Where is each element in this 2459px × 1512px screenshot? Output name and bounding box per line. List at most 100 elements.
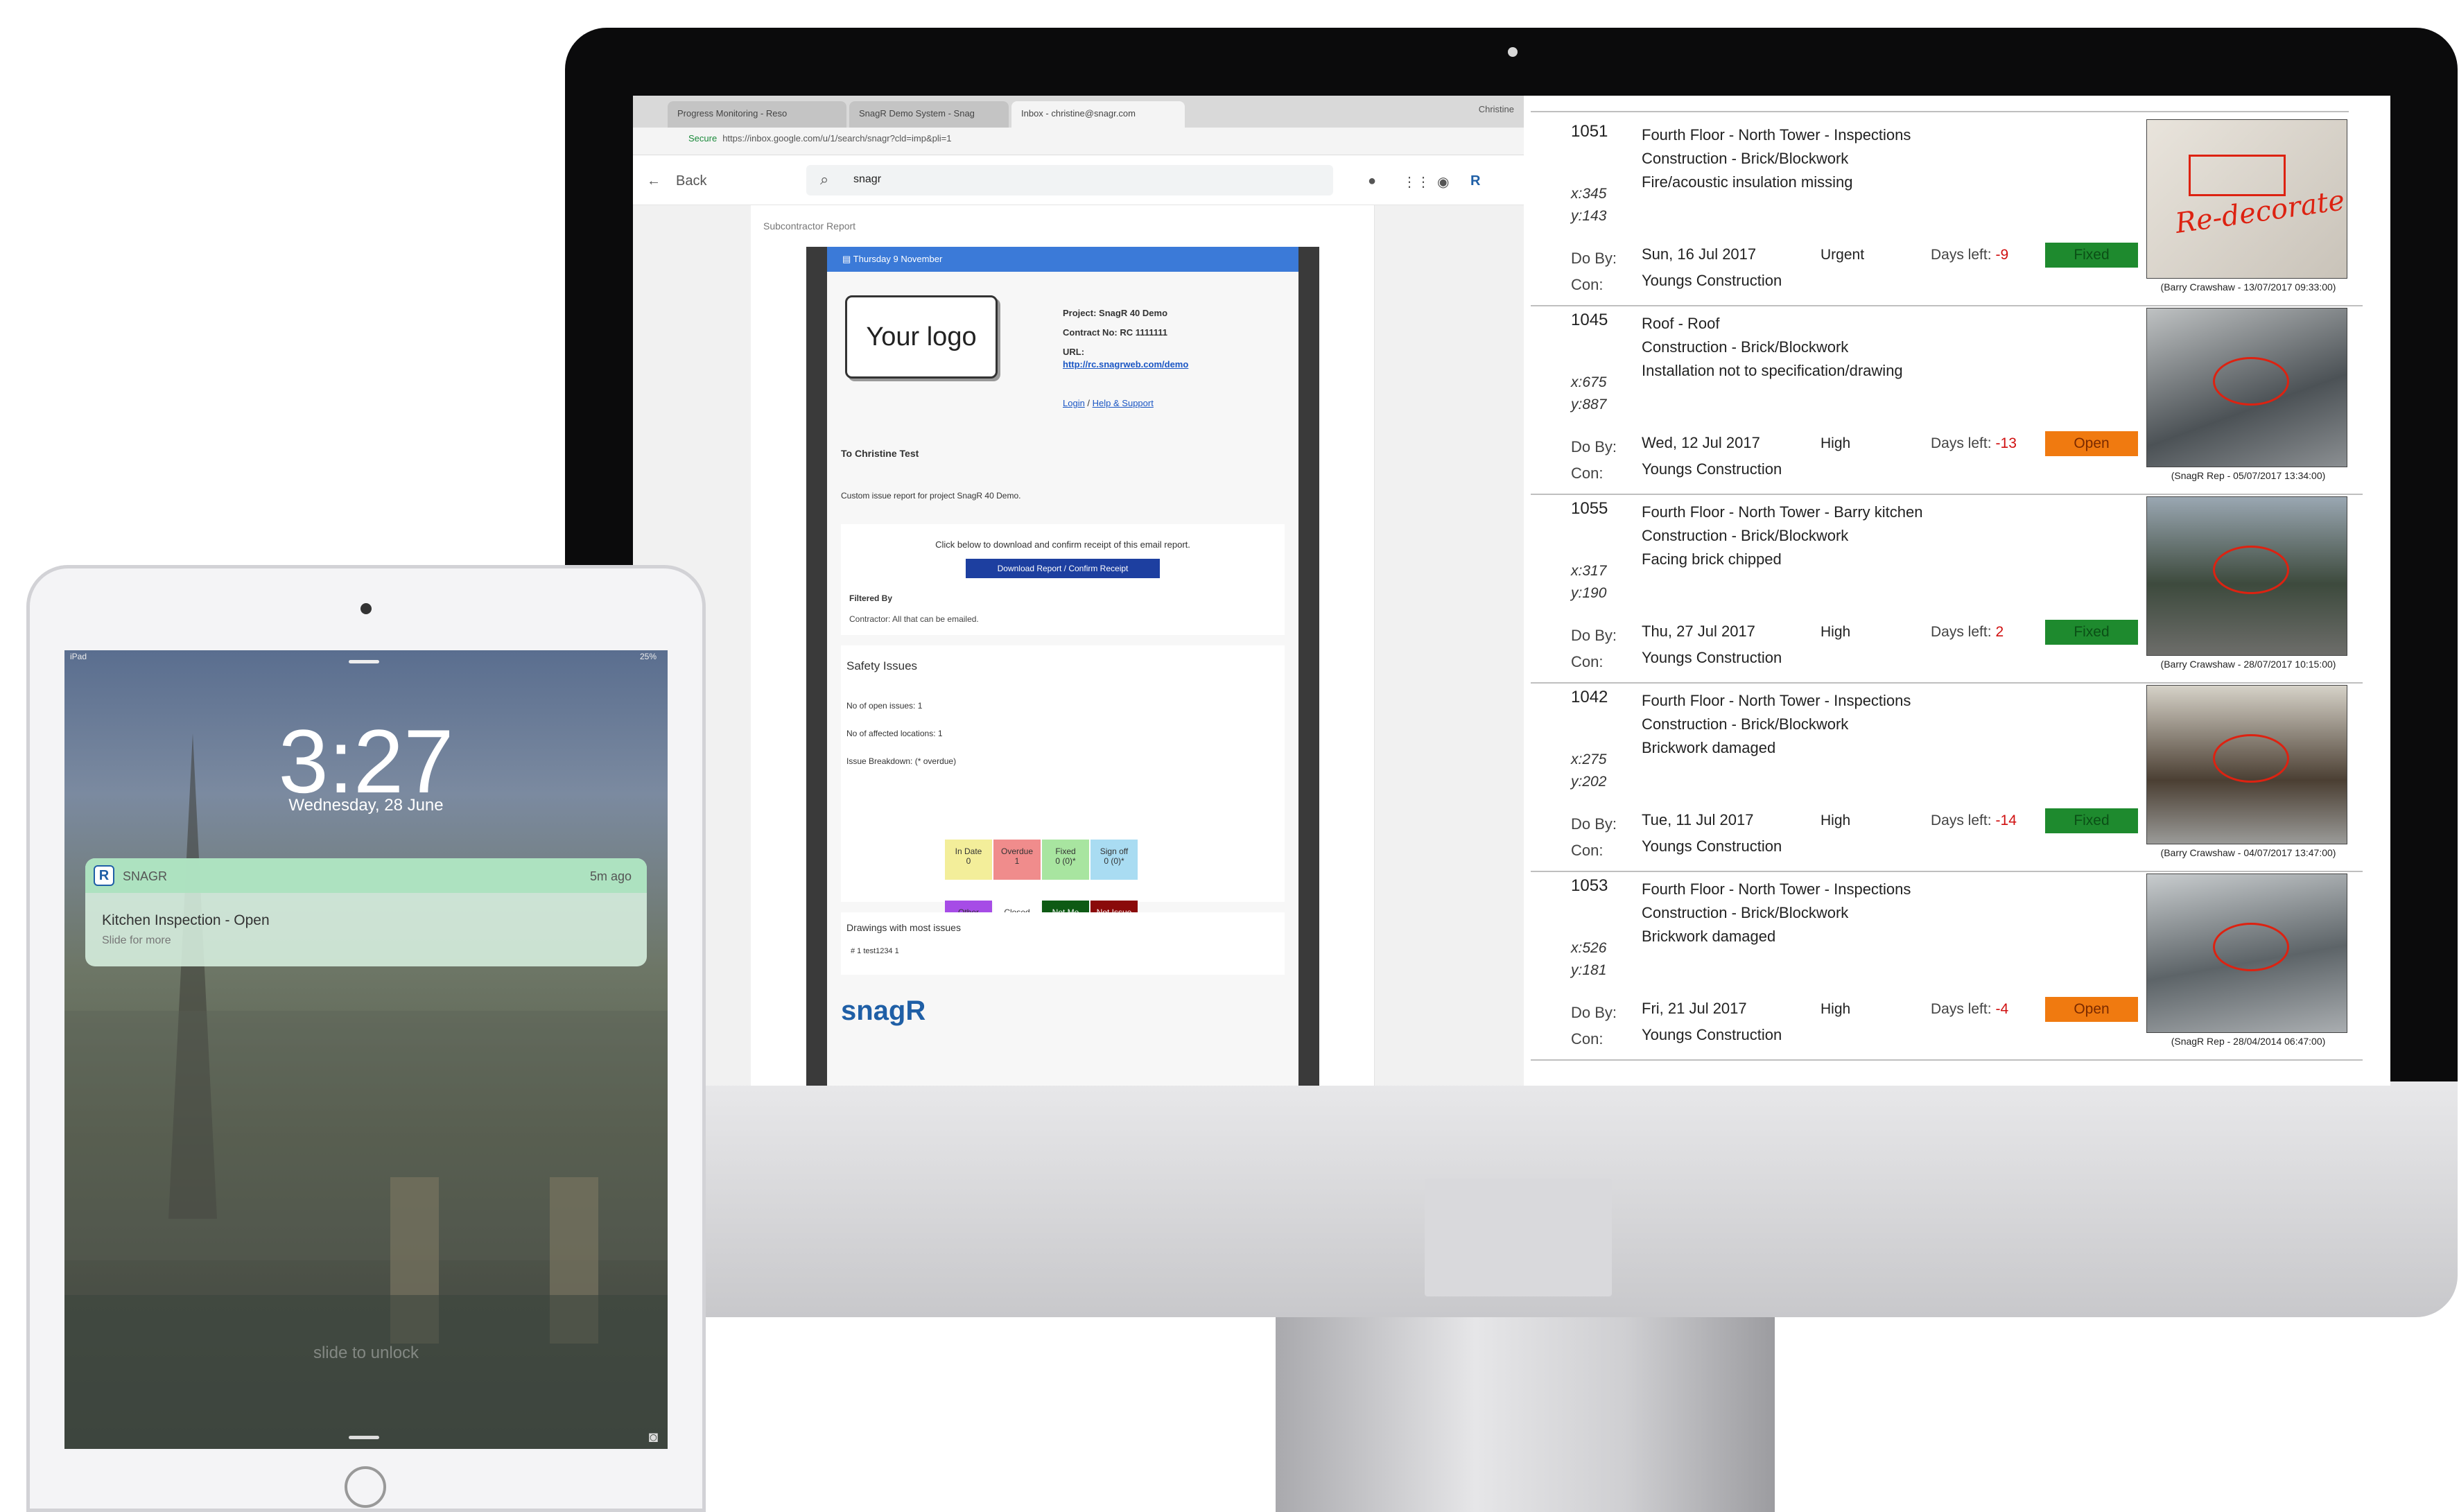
issue-row[interactable]: 1053 x:526 y:181 Fourth Floor - North Tower… xyxy=(1531,868,2363,1061)
email-date: Thursday 9 November xyxy=(853,254,943,264)
days-left-label: Days left: xyxy=(1931,1001,1992,1017)
do-by-date: Thu, 27 Jul 2017 xyxy=(1642,623,1755,640)
device-label: iPad xyxy=(70,652,87,661)
search-query[interactable]: snagr xyxy=(853,173,881,186)
issue-id[interactable]: 1042 xyxy=(1571,688,1608,707)
coord-y: y:887 xyxy=(1571,397,1607,412)
drawings-card: Drawings with most issues # 1 test1234 1 xyxy=(841,912,1285,975)
address-bar[interactable]: Secure https://inbox.google.com/u/1/searc… xyxy=(633,128,1524,155)
issue-category: Construction - Brick/Blockwork xyxy=(1642,150,1849,167)
account-icon[interactable]: ◉ xyxy=(1437,173,1449,191)
project-label: Project: xyxy=(1063,308,1097,318)
report-intro: Custom issue report for project SnagR 40… xyxy=(841,491,1021,501)
tab-snagr-demo[interactable]: SnagR Demo System - Snag xyxy=(849,101,1009,128)
issue-description: Fire/acoustic insulation missing xyxy=(1642,173,1853,191)
days-left: Days left: 2 xyxy=(1931,624,2004,641)
snagr-notification[interactable]: R SNAGR 5m ago Kitchen Inspection - Open… xyxy=(85,858,647,966)
issue-photo[interactable]: Re-decorate xyxy=(2146,119,2347,279)
back-arrow-icon[interactable]: ← xyxy=(647,173,661,189)
url-text[interactable]: https://inbox.google.com/u/1/search/snag… xyxy=(722,133,951,144)
lock-date: Wednesday, 28 June xyxy=(288,796,444,815)
issue-location: Fourth Floor - North Tower - Inspections xyxy=(1642,692,1911,709)
project-value: SnagR 40 Demo xyxy=(1099,308,1168,318)
tab-progress-monitoring[interactable]: Progress Monitoring - Reso xyxy=(668,101,846,128)
control-center-handle[interactable] xyxy=(349,660,379,663)
calendar-icon: ▤ xyxy=(842,254,853,264)
apps-grid-icon[interactable]: ⋮⋮ xyxy=(1402,173,1430,191)
contractor-name: Youngs Construction xyxy=(1642,649,1782,666)
coord-x: x:675 xyxy=(1571,374,1607,390)
pin-icon[interactable]: ● xyxy=(1368,173,1376,189)
issue-photo[interactable] xyxy=(2146,874,2347,1033)
issue-id[interactable]: 1055 xyxy=(1571,499,1608,519)
home-button[interactable] xyxy=(345,1466,386,1508)
issue-row[interactable]: 1055 x:317 y:190 Fourth Floor - North Tower… xyxy=(1531,491,2363,684)
issue-description: Installation not to specification/drawin… xyxy=(1642,362,1903,379)
status-bar: iPad 25% xyxy=(70,652,661,666)
issue-id[interactable]: 1045 xyxy=(1571,311,1608,330)
slide-to-unlock[interactable]: slide to unlock xyxy=(64,1344,668,1363)
labels: Do By: Con: xyxy=(1571,623,1617,675)
cell-value: 0 (0)* xyxy=(1055,856,1076,866)
issue-details: Fourth Floor - North Tower - Inspections… xyxy=(1642,878,1911,948)
help-support-link[interactable]: Help & Support xyxy=(1093,398,1154,408)
download-report-button[interactable]: Download Report / Confirm Receipt xyxy=(966,559,1160,578)
contractor-name: Youngs Construction xyxy=(1642,1026,1782,1043)
cell-label: Overdue xyxy=(1000,846,1034,856)
apple-logo-area xyxy=(1425,1179,1612,1296)
cell-label: Fixed xyxy=(1055,846,1076,856)
notification-title: Kitchen Inspection - Open xyxy=(102,912,270,928)
breakdown-cell-fixed: Fixed 0 (0)* xyxy=(1042,840,1089,880)
thames-river xyxy=(64,1295,668,1449)
status-badge: Fixed xyxy=(2045,243,2138,268)
do-by-date: Tue, 11 Jul 2017 xyxy=(1642,811,1754,828)
search-input[interactable]: ⌕ snagr xyxy=(806,165,1333,195)
issue-photo[interactable] xyxy=(2146,496,2347,656)
cell-label: Sign off xyxy=(1100,846,1129,856)
back-button[interactable]: Back xyxy=(676,173,706,189)
download-card: Click below to download and confirm rece… xyxy=(841,524,1285,635)
issue-details: Fourth Floor - North Tower - Inspections… xyxy=(1642,689,1911,760)
con-label: Con: xyxy=(1571,1030,1604,1048)
browser-user[interactable]: Christine xyxy=(1479,104,1514,114)
home-indicator[interactable] xyxy=(349,1436,379,1439)
coord-y: y:190 xyxy=(1571,585,1607,601)
status-badge: Open xyxy=(2045,997,2138,1022)
issue-row[interactable]: 1042 x:275 y:202 Fourth Floor - North Tower… xyxy=(1531,679,2363,872)
camera-icon[interactable]: ◙ xyxy=(649,1428,658,1446)
battery-level: 25% xyxy=(639,652,657,661)
days-left: Days left: -14 xyxy=(1931,813,2017,829)
photo-caption: (SnagR Rep - 05/07/2017 13:34:00) xyxy=(2171,470,2326,481)
issue-report: 1051 x:345 y:143 Fourth Floor - North Tower… xyxy=(1531,96,2390,1086)
login-link[interactable]: Login xyxy=(1063,398,1085,408)
do-by-label: Do By: xyxy=(1571,438,1617,455)
snagr-logo: snagR xyxy=(841,996,926,1026)
issue-location: Fourth Floor - North Tower - Inspections xyxy=(1642,880,1911,898)
photo-caption: (SnagR Rep - 28/04/2014 06:47:00) xyxy=(2171,1036,2326,1047)
search-icon: ⌕ xyxy=(820,171,829,188)
issue-photo[interactable] xyxy=(2146,308,2347,467)
labels: Do By: Con: xyxy=(1571,1000,1617,1052)
imac-stand xyxy=(1276,1317,1775,1512)
issue-id[interactable]: 1053 xyxy=(1571,876,1608,896)
filtered-by-label: Filtered By xyxy=(849,593,893,603)
issue-category: Construction - Brick/Blockwork xyxy=(1642,715,1849,733)
status-badge: Open xyxy=(2045,431,2138,456)
issue-coordinates: x:526 y:181 xyxy=(1571,937,1606,982)
coord-x: x:345 xyxy=(1571,186,1607,202)
tab-inbox[interactable]: Inbox - christine@snagr.com xyxy=(1011,101,1185,128)
annotation-circle xyxy=(2213,357,2289,406)
issue-row[interactable]: 1045 x:675 y:887 Roof - Roof Construction - … xyxy=(1531,302,2363,495)
coord-y: y:202 xyxy=(1571,774,1607,790)
issue-photo[interactable] xyxy=(2146,685,2347,844)
project-url-link[interactable]: http://rc.snagrweb.com/demo xyxy=(1063,359,1188,370)
webcam-icon xyxy=(1508,47,1518,57)
safety-title: Safety Issues xyxy=(846,659,918,672)
snagr-extension-icon[interactable]: R xyxy=(1470,173,1480,189)
contractor-filter: Contractor: All that can be emailed. xyxy=(849,614,979,624)
issue-id[interactable]: 1051 xyxy=(1571,122,1608,141)
cell-value: 0 (0)* xyxy=(1104,856,1124,866)
drawing-row[interactable]: # 1 test1234 1 xyxy=(851,947,899,955)
issue-row[interactable]: 1051 x:345 y:143 Fourth Floor - North Tower… xyxy=(1531,114,2363,306)
labels: Do By: Con: xyxy=(1571,811,1617,864)
